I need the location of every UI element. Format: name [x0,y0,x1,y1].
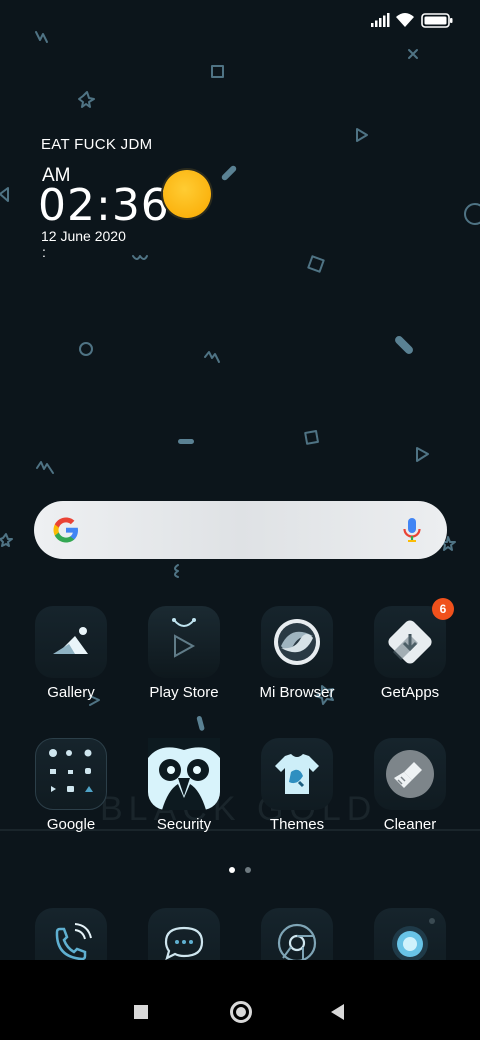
google-g-icon [53,517,78,543]
app-label: Security [156,816,212,833]
app-label: Gallery [47,684,95,701]
app-security[interactable]: Security [134,738,234,833]
play-store-icon [148,606,220,678]
app-play-store[interactable]: Play Store [134,606,234,701]
page-indicator-dot[interactable] [245,867,251,873]
app-themes[interactable]: Themes [247,738,347,833]
app-label: Mi Browser [259,684,335,701]
notification-badge: 6 [432,598,454,620]
app-label: Google [46,816,96,833]
gallery-icon [35,606,107,678]
recents-button[interactable] [134,1005,148,1019]
back-button[interactable] [331,1004,345,1020]
app-label: GetApps [380,684,440,701]
widget-title: EAT FUCK JDM [41,136,153,153]
page-indicator-dot-active[interactable] [229,867,235,873]
app-getapps[interactable]: 6 GetApps [360,598,460,701]
clock-time[interactable]: 02:36 [38,180,170,231]
app-google-folder[interactable]: Google [21,738,121,833]
app-label: Play Store [149,684,219,701]
getapps-icon: 6 [374,598,454,678]
google-folder-icon [35,738,107,810]
cleaner-brush-icon [374,738,446,810]
security-owl-icon [148,738,220,810]
app-gallery[interactable]: Gallery [21,606,121,701]
app-cleaner[interactable]: Cleaner [360,738,460,833]
sun-icon[interactable] [163,170,211,218]
app-label: Themes [269,816,325,833]
navigation-bar [0,960,480,1040]
browser-icon [261,606,333,678]
app-mi-browser[interactable]: Mi Browser [247,606,347,701]
mic-icon[interactable] [402,517,422,545]
home-button[interactable] [230,1001,252,1023]
clock-date: 12 June 2020 [41,228,126,244]
widget-extra-text: : [42,244,46,260]
app-label: Cleaner [383,816,437,833]
themes-shirt-icon [261,738,333,810]
google-search-bar[interactable] [34,501,447,559]
